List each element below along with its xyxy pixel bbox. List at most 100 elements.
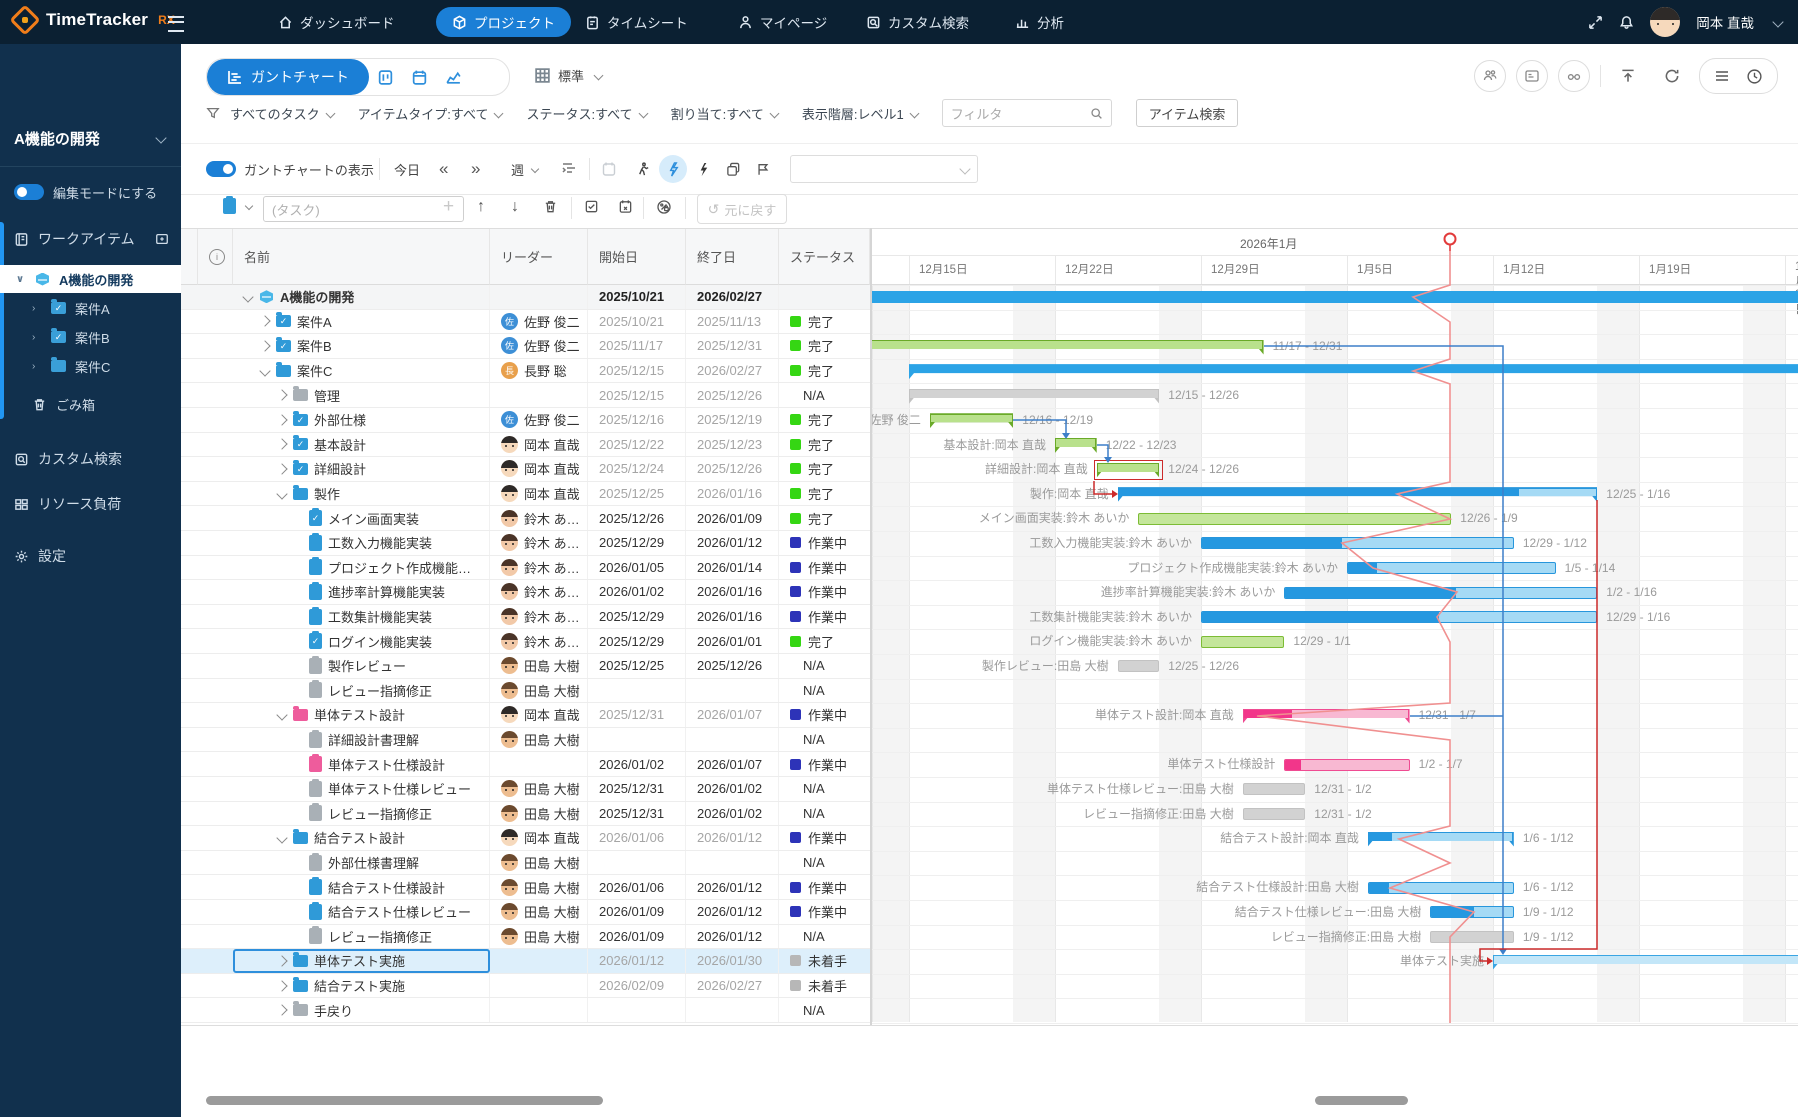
cell-name[interactable]: 工数入力機能実装 — [233, 531, 490, 555]
cell-start-date[interactable]: 2025/12/26 — [588, 506, 686, 530]
cell-name[interactable]: プロジェクト作成機能… — [233, 556, 490, 580]
cell-leader[interactable] — [490, 998, 588, 1022]
cell-name[interactable]: 製作レビュー — [233, 654, 490, 678]
cell-status[interactable]: 完了 — [779, 433, 870, 457]
cell-status[interactable]: N/A — [779, 777, 870, 801]
cell-name[interactable]: 詳細設計 — [233, 457, 490, 481]
cell-status[interactable]: N/A — [779, 654, 870, 678]
cell-end-date[interactable]: 2026/01/12 — [686, 925, 779, 949]
cell-start-date[interactable]: 2026/01/06 — [588, 875, 686, 899]
nav-item-project[interactable]: プロジェクト — [436, 7, 571, 37]
cell-status[interactable]: 未着手 — [779, 974, 870, 998]
today-button[interactable]: 今日 — [394, 144, 420, 194]
edit-mode-toggle-row[interactable]: 編集モードにする — [0, 178, 181, 206]
cell-leader[interactable]: 鈴木 あ… — [490, 531, 588, 555]
cell-end-date[interactable] — [686, 679, 779, 703]
new-task-input[interactable]: (タスク) — [263, 196, 464, 222]
chevron-right-icon[interactable]: › — [32, 332, 42, 343]
complete-task-icon[interactable] — [584, 199, 599, 217]
cell-start-date[interactable]: 2025/12/15 — [588, 383, 686, 407]
cell-end-date[interactable]: 2026/01/16 — [686, 605, 779, 629]
chevron-down-icon[interactable] — [242, 291, 253, 302]
cell-end-date[interactable]: 2026/01/02 — [686, 777, 779, 801]
table-row[interactable]: メイン画面実装鈴木 あ…2025/12/262026/01/09完了 — [181, 506, 870, 531]
cell-name[interactable]: 手戻り — [233, 998, 490, 1022]
cell-leader[interactable]: 田島 大樹 — [490, 654, 588, 678]
clock-icon[interactable] — [1746, 68, 1763, 85]
table-row[interactable]: 製作岡本 直哉2025/12/252026/01/16完了 — [181, 482, 870, 507]
cell-end-date[interactable]: 2026/01/16 — [686, 482, 779, 506]
cell-leader[interactable]: 田島 大樹 — [490, 925, 588, 949]
table-row[interactable]: 工数入力機能実装鈴木 あ…2025/12/292026/01/12作業中 — [181, 531, 870, 556]
cell-start-date[interactable]: 2025/12/31 — [588, 703, 686, 727]
cell-status[interactable]: 作業中 — [779, 875, 870, 899]
cell-leader[interactable]: 岡本 直哉 — [490, 457, 588, 481]
cell-leader[interactable]: 田島 大樹 — [490, 900, 588, 924]
table-row[interactable]: 外部仕様佐佐野 俊二2025/12/162025/12/19完了 — [181, 408, 870, 433]
cell-start-date[interactable]: 2025/10/21 — [588, 285, 686, 309]
cell-start-date[interactable]: 2025/12/16 — [588, 408, 686, 432]
chevron-right-icon[interactable] — [259, 316, 270, 327]
chevron-right-icon[interactable]: › — [32, 303, 42, 314]
table-row[interactable]: レビュー指摘修正田島 大樹2026/01/092026/01/12N/A — [181, 925, 870, 950]
cell-leader[interactable]: 鈴木 あ… — [490, 580, 588, 604]
nav-item-timesheet[interactable]: タイムシート — [585, 0, 688, 44]
table-row[interactable]: 結合テスト仕様レビュー田島 大樹2026/01/092026/01/12作業中 — [181, 900, 870, 925]
next-period-button[interactable]: » — [471, 144, 480, 194]
gantt-chart-view-button[interactable]: ガントチャート — [207, 59, 369, 95]
cell-status[interactable]: 作業中 — [779, 900, 870, 924]
cell-start-date[interactable]: 2025/12/29 — [588, 629, 686, 653]
chevron-down-icon[interactable] — [259, 365, 270, 376]
refresh-icon[interactable] — [1655, 59, 1689, 93]
cell-end-date[interactable]: 2026/01/16 — [686, 580, 779, 604]
cell-end-date[interactable]: 2026/02/27 — [686, 359, 779, 383]
cell-start-date[interactable]: 2026/01/09 — [588, 900, 686, 924]
cell-name[interactable]: 案件B — [233, 334, 490, 358]
cell-leader[interactable] — [490, 949, 588, 973]
table-row[interactable]: レビュー指摘修正田島 大樹2025/12/312026/01/02N/A — [181, 802, 870, 827]
cell-end-date[interactable]: 2026/01/12 — [686, 875, 779, 899]
cell-leader[interactable]: 鈴木 あ… — [490, 629, 588, 653]
gantt-bar[interactable] — [1118, 487, 1598, 502]
add-folder-icon[interactable] — [155, 232, 169, 246]
cell-start-date[interactable]: 2026/01/12 — [588, 949, 686, 973]
gantt-horizontal-scrollbar[interactable] — [1315, 1096, 1408, 1105]
gantt-bar[interactable] — [1201, 537, 1514, 549]
cell-leader[interactable]: 鈴木 あ… — [490, 506, 588, 530]
cell-name[interactable]: 基本設計 — [233, 433, 490, 457]
cell-leader[interactable]: 岡本 直哉 — [490, 433, 588, 457]
cell-name[interactable]: A機能の開発 — [233, 285, 490, 309]
table-row[interactable]: 単体テスト仕様設計2026/01/022026/01/07作業中 — [181, 752, 870, 777]
glasses-icon[interactable] — [1558, 60, 1590, 92]
tree-item-A機能の開発[interactable]: ∨A機能の開発 — [0, 265, 181, 293]
cell-name[interactable]: レビュー指摘修正 — [233, 802, 490, 826]
cell-name[interactable]: 外部仕様 — [233, 408, 490, 432]
table-row[interactable]: 製作レビュー田島 大樹2025/12/252025/12/26N/A — [181, 654, 870, 679]
cell-end-date[interactable] — [686, 998, 779, 1022]
cell-status[interactable]: 完了 — [779, 629, 870, 653]
filter-input[interactable]: フィルタ — [942, 99, 1112, 127]
zoom-unit-selector[interactable]: 週 — [511, 144, 538, 194]
filter-assignment[interactable]: 割り当て:すべて — [671, 104, 778, 123]
nav-item-analytics[interactable]: 分析 — [1015, 0, 1064, 44]
cell-end-date[interactable]: 2026/01/12 — [686, 900, 779, 924]
cell-leader[interactable]: 田島 大樹 — [490, 875, 588, 899]
cell-start-date[interactable]: 2025/12/31 — [588, 802, 686, 826]
lightning-line-icon[interactable] — [659, 155, 687, 183]
gantt-bar[interactable] — [872, 291, 1798, 303]
cell-leader[interactable]: 田島 大樹 — [490, 777, 588, 801]
cell-name[interactable]: 結合テスト実施 — [233, 974, 490, 998]
nav-item-mypage[interactable]: マイページ — [738, 0, 827, 44]
cell-name[interactable]: 工数集計機能実装 — [233, 605, 490, 629]
filter-all-tasks[interactable]: すべてのタスク — [230, 104, 334, 123]
layout-selector[interactable]: 標準 — [534, 66, 602, 85]
chevron-right-icon[interactable] — [276, 414, 287, 425]
cell-leader[interactable]: 佐佐野 俊二 — [490, 334, 588, 358]
copy-icon[interactable] — [719, 155, 747, 183]
column-header-end[interactable]: 終了日 — [686, 229, 779, 285]
gantt-bar[interactable] — [1201, 611, 1597, 623]
cell-status[interactable]: N/A — [779, 925, 870, 949]
cell-status[interactable]: 完了 — [779, 408, 870, 432]
cell-start-date[interactable]: 2025/12/22 — [588, 433, 686, 457]
cell-start-date[interactable]: 2025/12/29 — [588, 605, 686, 629]
